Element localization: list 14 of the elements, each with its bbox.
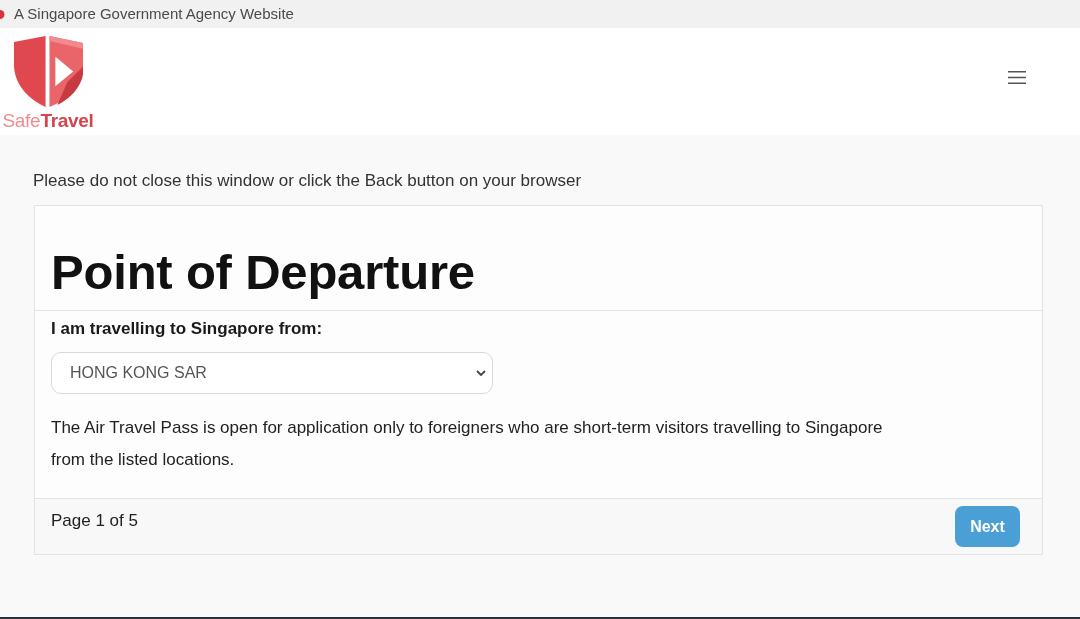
notice-text: Please do not close this window or click the Back button on your browser <box>33 170 583 192</box>
country-select[interactable]: HONG KONG SAR <box>51 352 493 394</box>
logo-text: SafeTravel <box>2 110 94 132</box>
chevron-down-icon <box>476 370 486 376</box>
safetravel-logo[interactable]: SafeTravel <box>0 28 96 135</box>
next-button[interactable]: Next <box>955 506 1020 547</box>
description-text: The Air Travel Pass is open for application only to foreigners who are short-term visitors travelling to Singapore from the listed locations. <box>51 417 884 471</box>
agency-banner-text: A Singapore Government Agency Website <box>14 3 294 24</box>
field-label: I am travelling to Singapore from: <box>51 318 324 340</box>
form-title: Point of Departure <box>51 244 475 300</box>
emblem-icon <box>0 9 5 19</box>
menu-icon <box>1008 70 1026 84</box>
shield-play-logo-icon <box>11 35 85 108</box>
page-indicator: Page 1 of 5 <box>51 510 138 532</box>
